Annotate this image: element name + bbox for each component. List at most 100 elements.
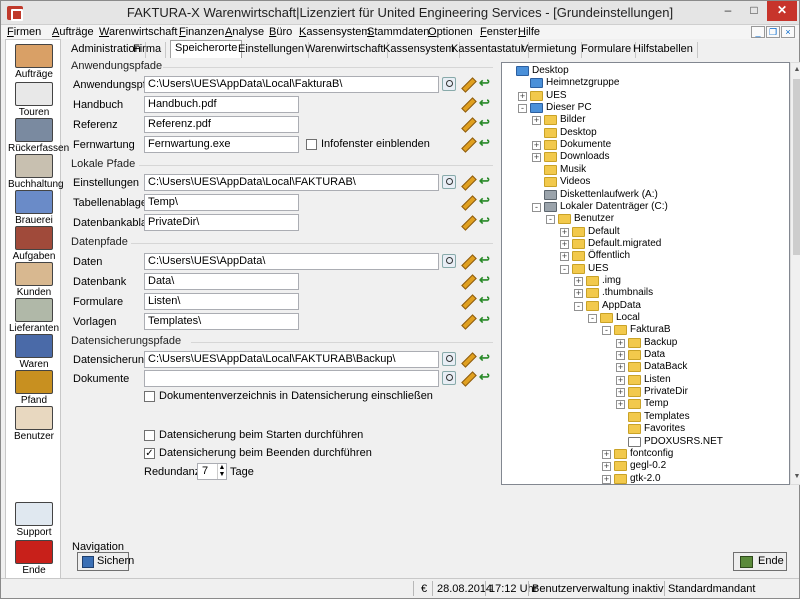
dokumentenverzeichnis-checkbox[interactable]	[144, 391, 155, 402]
browse-folder-icon[interactable]	[442, 371, 456, 385]
expand-icon[interactable]: +	[616, 338, 625, 348]
menu-kassensystem[interactable]: Kassensystem	[299, 26, 371, 38]
scroll-down-icon[interactable]: ▼	[791, 470, 800, 484]
folder-tree[interactable]: Desktop Heimnetzgruppe + UES - Dieser PC + Bild…	[501, 62, 790, 485]
tab-einstellungen[interactable]: Einstellungen	[234, 42, 310, 58]
sidebar-item-auftraege[interactable]: Aufträge	[8, 44, 60, 80]
tab-speicherorte[interactable]: Speicherorte	[170, 40, 243, 58]
maximize-button[interactable]: □	[741, 1, 767, 21]
edit-pencil-icon[interactable]	[460, 97, 474, 111]
edit-pencil-icon[interactable]	[460, 274, 474, 288]
tree-item[interactable]: + .thumbnails	[502, 287, 789, 299]
sidebar-item-touren[interactable]: Touren	[8, 82, 60, 118]
expand-icon[interactable]: +	[532, 116, 541, 126]
tree-item[interactable]: Videos	[502, 176, 789, 188]
expand-icon[interactable]: +	[602, 462, 611, 472]
dokumente-input[interactable]	[144, 370, 439, 387]
browse-folder-icon[interactable]	[442, 352, 456, 366]
menu-finanzen[interactable]: Finanzen	[179, 26, 224, 38]
reset-arrow-icon[interactable]: ↩	[479, 313, 493, 328]
tree-item[interactable]: + fontconfig	[502, 448, 789, 460]
scroll-thumb[interactable]	[793, 79, 800, 255]
tree-item[interactable]: + Backup	[502, 337, 789, 349]
daten-input[interactable]: C:\Users\UES\AppData\	[144, 253, 439, 270]
tree-item[interactable]: + UES	[502, 90, 789, 102]
reset-arrow-icon[interactable]: ↩	[479, 96, 493, 111]
menu-fenster[interactable]: Fenster	[480, 26, 517, 38]
sidebar-item-ende[interactable]: Ende	[8, 540, 60, 576]
mdi-restore-button[interactable]: ❐	[766, 26, 780, 38]
tree-item[interactable]: Desktop	[502, 127, 789, 139]
sidebar-item-lieferanten[interactable]: Lieferanten	[8, 298, 60, 334]
expand-icon[interactable]: +	[518, 91, 527, 101]
mdi-minimize-button[interactable]: _	[751, 26, 765, 38]
infofenster-checkbox[interactable]	[306, 139, 317, 150]
scroll-up-icon[interactable]: ▲	[791, 63, 800, 77]
edit-pencil-icon[interactable]	[460, 314, 474, 328]
anwendungspfad-input[interactable]: C:\Users\UES\AppData\Local\FakturaB\	[144, 76, 439, 93]
collapse-icon[interactable]: -	[546, 215, 555, 225]
tree-item[interactable]: - Local	[502, 312, 789, 324]
sidebar-item-kunden[interactable]: Kunden	[8, 262, 60, 298]
reset-arrow-icon[interactable]: ↩	[479, 136, 493, 151]
end-button[interactable]: Ende	[733, 552, 787, 571]
expand-icon[interactable]: +	[616, 363, 625, 373]
tree-item[interactable]: + Listen	[502, 374, 789, 386]
tree-item[interactable]: + Öffentlich	[502, 250, 789, 262]
expand-icon[interactable]: +	[616, 388, 625, 398]
expand-icon[interactable]: +	[602, 474, 611, 484]
reset-arrow-icon[interactable]: ↩	[479, 214, 493, 229]
collapse-icon[interactable]: -	[560, 264, 569, 274]
datenbankablage-input[interactable]: PrivateDir\	[144, 214, 299, 231]
expand-icon[interactable]: +	[560, 239, 569, 249]
sidebar-item-benutzer[interactable]: Benutzer	[8, 406, 60, 442]
tree-item[interactable]: - AppData	[502, 300, 789, 312]
collapse-icon[interactable]: -	[518, 104, 527, 114]
tree-item[interactable]: Templates	[502, 411, 789, 423]
menu-optionen[interactable]: Optionen	[428, 26, 473, 38]
beim-starten-checkbox[interactable]	[144, 430, 155, 441]
tree-item[interactable]: Heimnetzgruppe	[502, 77, 789, 89]
datenbank-input[interactable]: Data\	[144, 273, 299, 290]
tree-item[interactable]: + Data	[502, 349, 789, 361]
expand-icon[interactable]: +	[574, 289, 583, 299]
menu-analyse[interactable]: Analyse	[225, 26, 264, 38]
redundanz-spinner[interactable]: 7 ▲ ▼	[197, 463, 227, 480]
expand-icon[interactable]: +	[532, 141, 541, 151]
beim-beenden-checkbox[interactable]: ✓	[144, 448, 155, 459]
reset-arrow-icon[interactable]: ↩	[479, 273, 493, 288]
edit-pencil-icon[interactable]	[460, 117, 474, 131]
tree-item[interactable]: Favorites	[502, 423, 789, 435]
browse-folder-icon[interactable]	[442, 77, 456, 91]
spin-down-icon[interactable]: ▼	[217, 471, 226, 479]
vorlagen-input[interactable]: Templates\	[144, 313, 299, 330]
expand-icon[interactable]: +	[616, 400, 625, 410]
tree-item[interactable]: PDOXUSRS.NET	[502, 436, 789, 448]
datensicherung-input[interactable]: C:\Users\UES\AppData\Local\FAKTURAB\Back…	[144, 351, 439, 368]
tree-item[interactable]: - FakturaB	[502, 324, 789, 336]
tab-warenwirtschaft[interactable]: Warenwirtschaft	[301, 42, 389, 58]
sidebar-item-waren[interactable]: Waren	[8, 334, 60, 370]
close-button[interactable]: ✕	[767, 1, 797, 21]
formulare-input[interactable]: Listen\	[144, 293, 299, 310]
edit-pencil-icon[interactable]	[460, 195, 474, 209]
tab-formulare[interactable]: Formulare	[577, 42, 637, 58]
handbuch-input[interactable]: Handbuch.pdf	[144, 96, 299, 113]
tree-item[interactable]: - Dieser PC	[502, 102, 789, 114]
edit-pencil-icon[interactable]	[460, 137, 474, 151]
tree-item[interactable]: - Lokaler Datenträger (C:)	[502, 201, 789, 213]
menu-buero[interactable]: Büro	[269, 26, 292, 38]
tabellenablage-input[interactable]: Temp\	[144, 194, 299, 211]
menu-stammdaten[interactable]: Stammdaten	[367, 26, 429, 38]
tree-item[interactable]: + Downloads	[502, 151, 789, 163]
expand-icon[interactable]: +	[560, 252, 569, 262]
tree-item[interactable]: + Temp	[502, 398, 789, 410]
tree-item[interactable]: - Benutzer	[502, 213, 789, 225]
edit-pencil-icon[interactable]	[460, 77, 474, 91]
edit-pencil-icon[interactable]	[460, 294, 474, 308]
sidebar-item-rueckerfassen[interactable]: Rückerfassen	[8, 118, 69, 154]
tree-item[interactable]: + Default	[502, 226, 789, 238]
collapse-icon[interactable]: -	[574, 301, 583, 311]
collapse-icon[interactable]: -	[602, 326, 611, 336]
sidebar-item-pfand[interactable]: Pfand	[8, 370, 60, 406]
